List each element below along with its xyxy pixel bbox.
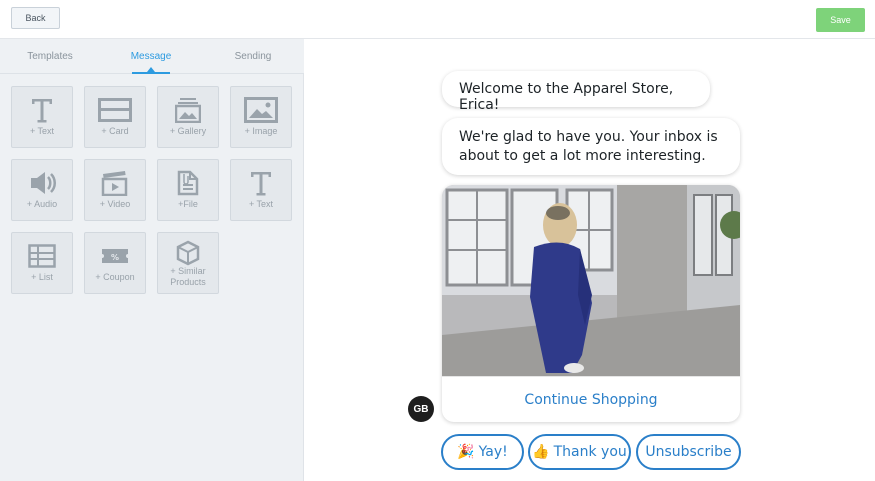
active-tab-caret (147, 67, 155, 72)
add-audio-block[interactable]: + Audio (11, 159, 73, 221)
add-similar-products-block[interactable]: + Similar Products (157, 232, 219, 294)
sidebar: Templates Message Sending + Text + Card … (0, 39, 304, 481)
add-gallery-block[interactable]: + Gallery (157, 86, 219, 148)
add-coupon-block[interactable]: % + Coupon (84, 232, 146, 294)
thumbs-up-icon: 👍 (532, 444, 550, 460)
block-label: + Similar (170, 266, 206, 276)
block-label: + Text (29, 126, 55, 136)
cube-icon (158, 238, 218, 268)
block-label: + Coupon (95, 272, 135, 282)
coupon-icon: % (85, 241, 145, 271)
audio-icon (12, 168, 72, 198)
tab-bar: Templates Message Sending (0, 39, 304, 74)
block-label: +File (178, 199, 198, 209)
add-video-block[interactable]: + Video (84, 159, 146, 221)
quick-reply-label: Yay! (478, 444, 508, 460)
gallery-icon (158, 95, 218, 125)
block-label: Products (170, 277, 206, 287)
top-bar: Back Save (0, 0, 875, 39)
add-list-block[interactable]: + List (11, 232, 73, 294)
quick-reply-unsubscribe[interactable]: Unsubscribe (636, 434, 741, 470)
block-label: + Gallery (169, 126, 207, 136)
message-bubble: We're glad to have you. Your inbox is ab… (442, 118, 740, 175)
tab-templates[interactable]: Templates (0, 39, 100, 74)
add-file-block[interactable]: +File (157, 159, 219, 221)
add-text-block-2[interactable]: + Text (230, 159, 292, 221)
quick-reply-yay[interactable]: 🎉 Yay! (441, 434, 524, 470)
add-text-block[interactable]: + Text (11, 86, 73, 148)
card-image (442, 185, 740, 376)
add-image-block[interactable]: + Image (230, 86, 292, 148)
party-icon: 🎉 (457, 444, 475, 460)
quick-reply-label: Thank you (553, 444, 627, 460)
block-label: + Audio (26, 199, 58, 209)
continue-shopping-button[interactable]: Continue Shopping (442, 376, 740, 422)
image-icon (231, 95, 291, 125)
quick-reply-label: Unsubscribe (645, 444, 732, 460)
message-preview: Welcome to the Apparel Store, Erica! We'… (305, 40, 875, 481)
svg-text:%: % (111, 253, 119, 262)
add-card-block[interactable]: + Card (84, 86, 146, 148)
block-label: + List (31, 272, 53, 282)
save-button[interactable]: Save (816, 8, 865, 32)
product-card: Continue Shopping (442, 185, 740, 422)
card-icon (85, 95, 145, 125)
list-icon (12, 241, 72, 271)
video-icon (85, 168, 145, 198)
message-bubble: Welcome to the Apparel Store, Erica! (442, 71, 710, 113)
avatar-initials: GB (413, 403, 429, 415)
active-tab-indicator (132, 72, 170, 74)
tab-sending[interactable]: Sending (202, 39, 304, 74)
block-label: + Image (244, 126, 278, 136)
back-button[interactable]: Back (11, 7, 60, 29)
quick-reply-thank-you[interactable]: 👍 Thank you (528, 434, 631, 470)
block-label: + Card (101, 126, 129, 136)
block-label: + Text (248, 199, 274, 209)
file-icon (158, 168, 218, 198)
text-icon (231, 168, 291, 198)
avatar: GB (408, 396, 434, 422)
text-icon (12, 95, 72, 125)
block-label: + Video (99, 199, 131, 209)
